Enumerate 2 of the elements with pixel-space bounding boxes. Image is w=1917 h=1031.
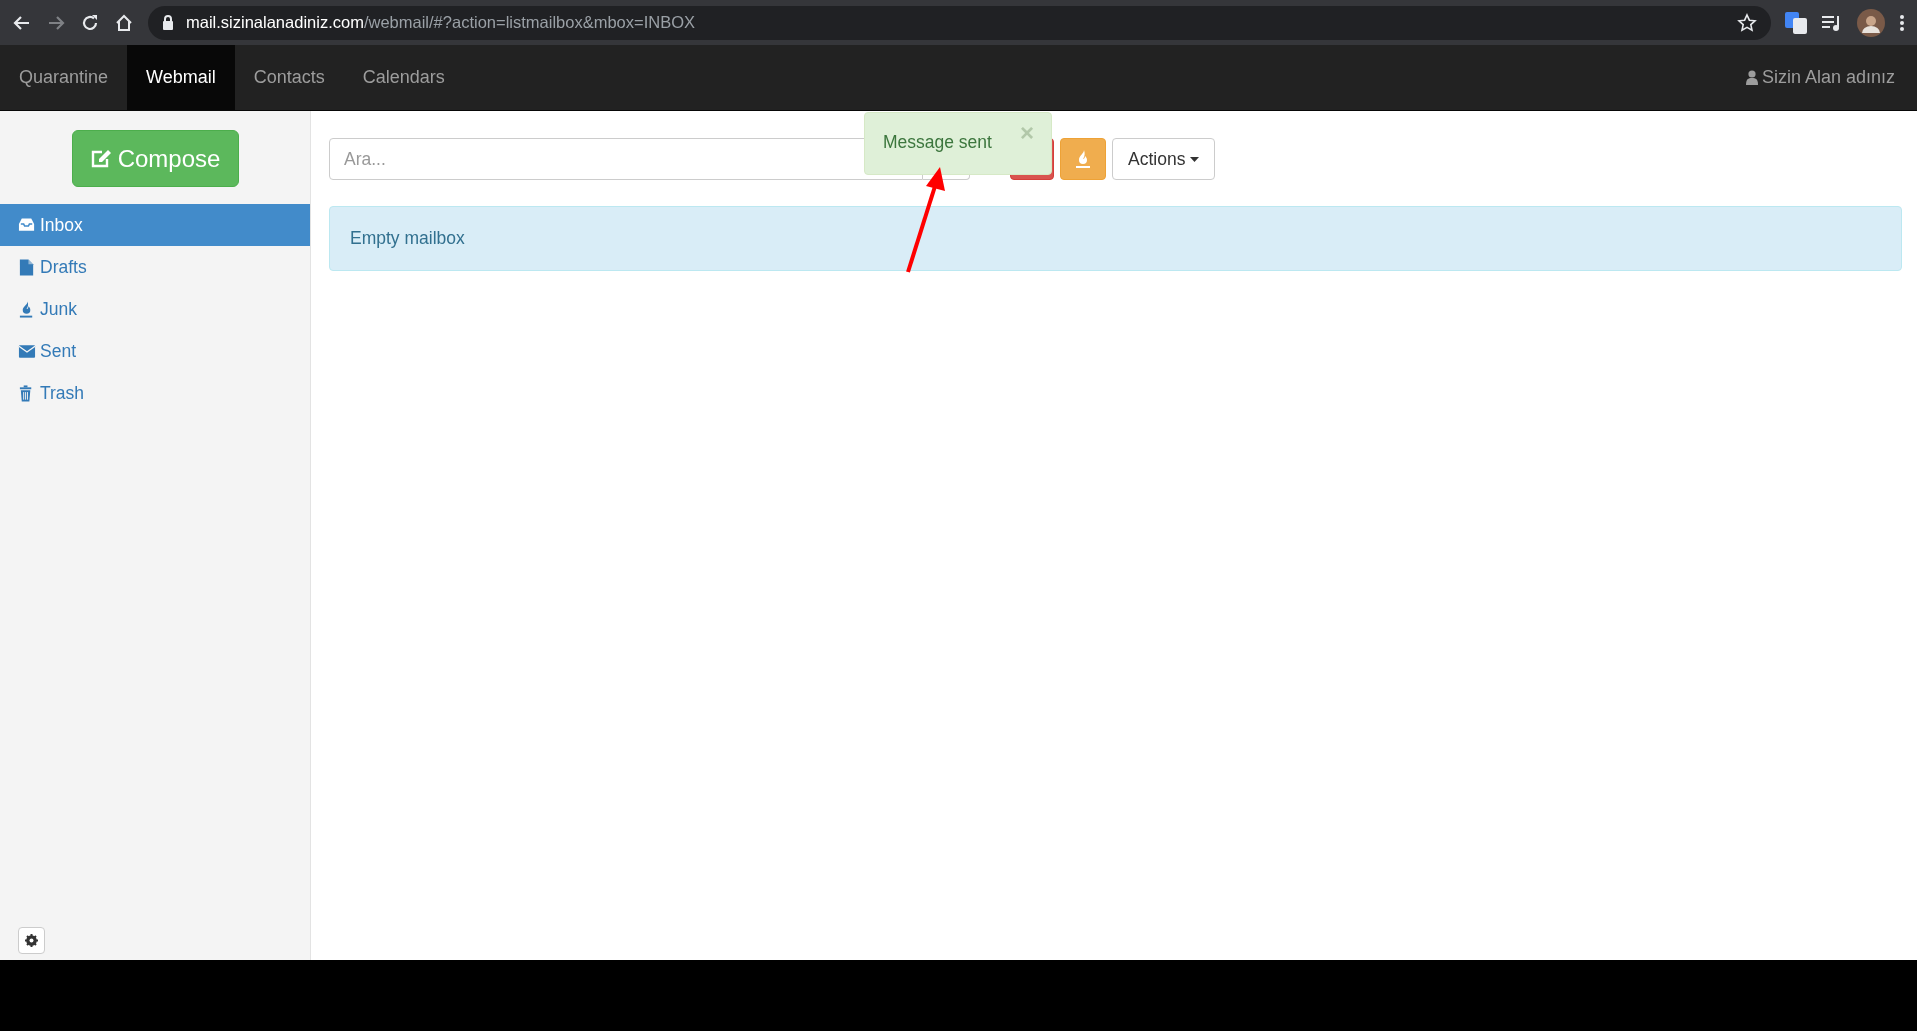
empty-mailbox-alert: Empty mailbox: [329, 206, 1902, 271]
url-text: mail.sizinalanadiniz.com/webmail/#?action=listmailbox&mbox=INBOX: [186, 12, 695, 34]
